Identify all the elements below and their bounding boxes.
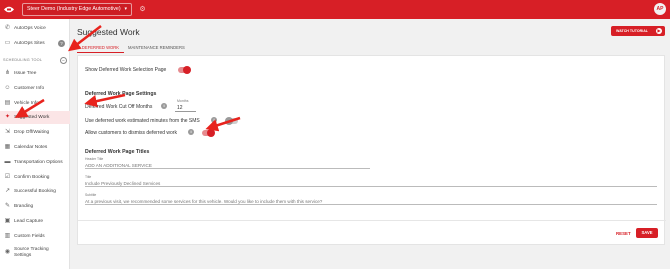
main-content: Suggested Work WATCH TUTORIAL ▶ DEFERRED… [70, 19, 670, 269]
header-title-input[interactable] [85, 163, 370, 168]
sidebar-item-label: Confirm Booking [14, 175, 50, 180]
months-field-value: 12 [177, 105, 183, 111]
sidebar-item-autoops-voice[interactable]: ✆ AutoOps Voice [0, 22, 70, 35]
sidebar-item-source-tracking-settings[interactable]: ◉ Source Tracking Settings [0, 245, 60, 261]
save-button[interactable]: SAVE [636, 228, 658, 238]
subtitle-field[interactable]: Subtitle [85, 193, 657, 205]
lead-icon: ▣ [4, 218, 11, 224]
source-icon: ◉ [4, 249, 11, 255]
toggle-knob [183, 66, 191, 74]
sidebar-item-label: Calendar Notes [14, 145, 48, 150]
tab-maintenance-reminders[interactable]: MAINTENANCE REMINDERS [128, 43, 185, 53]
phone-icon: ✆ [4, 25, 11, 31]
divider [78, 220, 666, 221]
sidebar-item-calendar-notes[interactable]: ▦ Calendar Notes [0, 141, 70, 154]
sidebar-item-autoops-sites[interactable]: ▭ AutoOps Sites ? [0, 37, 70, 50]
sms-minutes-toggle[interactable] [225, 117, 238, 125]
dealer-select-value: Steer Demo (Industry Edge Automotive) [27, 6, 121, 12]
sidebar-item-customer-info[interactable]: ☺ Customer Info [0, 82, 70, 95]
car-icon: ▤ [4, 100, 11, 106]
trend-icon: ↗ [4, 188, 11, 194]
tab-deferred-work[interactable]: DEFERRED WORK [77, 43, 124, 53]
chevron-down-icon: ▾ [124, 6, 127, 12]
check-icon: ☑ [4, 174, 11, 180]
wrench-icon: ✦ [4, 114, 11, 120]
sidebar-item-label: Successful Booking [14, 189, 56, 194]
brush-icon: ✎ [4, 203, 11, 209]
sidebar-item-label: AutoOps Sites [14, 41, 45, 46]
toggle-knob [225, 117, 233, 125]
sidebar-item-label: Issue Tree [14, 71, 37, 76]
info-icon[interactable]: i [188, 129, 194, 135]
sidebar-section-scheduling-tool: SCHEDULING TOOL [3, 58, 43, 62]
sidebar-item-label: AutoOps Voice [14, 26, 46, 31]
sms-minutes-label: Use deferred work estimated minutes from… [85, 118, 200, 124]
toggle-knob [207, 129, 215, 137]
sidebar-item-drop-off-waiting[interactable]: ⇲ Drop Off/Waiting [0, 126, 70, 139]
sidebar-item-label: Source Tracking Settings [14, 247, 49, 258]
reset-button[interactable]: RESET [616, 231, 631, 236]
allow-dismiss-label: Allow customers to dismiss deferred work [85, 130, 177, 136]
person-icon: ☺ [4, 85, 11, 91]
tree-icon: ⋔ [4, 70, 11, 76]
logo-icon[interactable] [3, 4, 15, 15]
play-icon: ▶ [656, 28, 662, 34]
watch-tutorial-button[interactable]: WATCH TUTORIAL ▶ [611, 26, 665, 36]
header-title-label: Header Title [85, 157, 104, 161]
show-selection-page-toggle[interactable] [178, 66, 191, 74]
sidebar-item-lead-capture[interactable]: ▣ Lead Capture [0, 215, 70, 228]
calendar-icon: ▦ [4, 144, 11, 150]
watch-tutorial-label: WATCH TUTORIAL [616, 29, 649, 33]
sidebar-item-branding[interactable]: ✎ Branding [0, 200, 70, 213]
sidebar-item-label: Vehicle Info [14, 101, 39, 106]
sidebar-item-label: Lead Capture [14, 219, 44, 224]
sidebar-item-custom-fields[interactable]: ▥ Custom Fields [0, 230, 70, 243]
sidebar-item-successful-booking[interactable]: ↗ Successful Booking [0, 185, 70, 198]
allow-dismiss-toggle[interactable] [202, 129, 215, 137]
page-title: Suggested Work [77, 27, 140, 37]
info-icon[interactable]: i [161, 103, 167, 109]
months-field-label: Months [177, 99, 189, 103]
sidebar-item-suggested-work[interactable]: ✦ Suggested Work [0, 111, 70, 124]
subtitle-label: Subtitle [85, 193, 97, 197]
sidebar-item-transportation-options[interactable]: ▬ Transportation Options [0, 156, 70, 169]
info-icon[interactable]: i [211, 117, 217, 123]
sidebar-item-label: Custom Fields [14, 234, 45, 239]
dropoff-icon: ⇲ [4, 129, 11, 135]
sidebar: ✆ AutoOps Voice ▭ AutoOps Sites ? SCHEDU… [0, 19, 70, 269]
collapse-section-icon[interactable]: − [60, 57, 67, 64]
dealer-select[interactable]: Steer Demo (Industry Edge Automotive) ▾ [22, 3, 132, 16]
sites-icon: ▭ [4, 40, 11, 46]
top-bar: Steer Demo (Industry Edge Automotive) ▾ … [0, 0, 670, 19]
cutoff-months-field[interactable]: Months 12 [175, 99, 196, 112]
sidebar-item-issue-tree[interactable]: ⋔ Issue Tree [0, 67, 70, 80]
sidebar-item-confirm-booking[interactable]: ☑ Confirm Booking [0, 171, 70, 184]
sidebar-item-label: Branding [14, 204, 34, 209]
fields-icon: ▥ [4, 233, 11, 239]
bus-icon: ▬ [4, 159, 11, 165]
cutoff-months-label: Deferred Work Cut Off Months [85, 104, 153, 110]
settings-card: Show Deferred Work Selection Page Deferr… [77, 55, 666, 245]
subtitle-input[interactable] [85, 199, 657, 204]
settings-heading: Deferred Work Page Settings [85, 91, 157, 97]
header-title-field[interactable]: Header Title [85, 157, 370, 169]
sidebar-item-label: Transportation Options [14, 160, 63, 165]
settings-icon[interactable]: ⚙ [137, 4, 148, 15]
help-icon[interactable]: ? [58, 40, 65, 47]
sidebar-item-label: Drop Off/Waiting [14, 130, 50, 135]
sidebar-item-label: Customer Info [14, 86, 45, 91]
titles-heading: Deferred Work Page Titles [85, 149, 150, 155]
title-field[interactable]: Title [85, 175, 657, 187]
avatar[interactable]: AP [654, 3, 666, 15]
title-input[interactable] [85, 181, 657, 186]
sidebar-item-vehicle-info[interactable]: ▤ Vehicle Info [0, 97, 70, 110]
show-selection-page-label: Show Deferred Work Selection Page [85, 67, 167, 73]
sidebar-item-label: Suggested Work [14, 115, 50, 120]
title-label: Title [85, 175, 92, 179]
